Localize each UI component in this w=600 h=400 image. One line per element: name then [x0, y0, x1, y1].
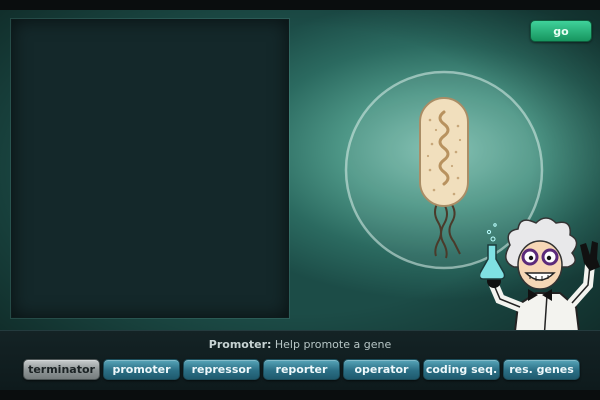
- res-genes-button[interactable]: res. genes: [503, 359, 580, 380]
- promoter-button[interactable]: promoter: [103, 359, 180, 380]
- top-border: [0, 0, 600, 10]
- part-info: Promoter: Help promote a gene: [0, 338, 600, 351]
- bottom-border: [0, 390, 600, 400]
- circuit-workspace[interactable]: [11, 19, 289, 318]
- part-info-name: Promoter:: [208, 338, 272, 351]
- go-button[interactable]: go: [530, 20, 592, 42]
- part-info-description: Help promote a gene: [274, 338, 392, 351]
- game-stage: go: [0, 10, 600, 330]
- terminator-button[interactable]: terminator: [23, 359, 100, 380]
- coding-seq-button[interactable]: coding seq.: [423, 359, 500, 380]
- mad-scientist-icon: [480, 217, 600, 330]
- reporter-button[interactable]: reporter: [263, 359, 340, 380]
- repressor-button[interactable]: repressor: [183, 359, 260, 380]
- operator-button[interactable]: operator: [343, 359, 420, 380]
